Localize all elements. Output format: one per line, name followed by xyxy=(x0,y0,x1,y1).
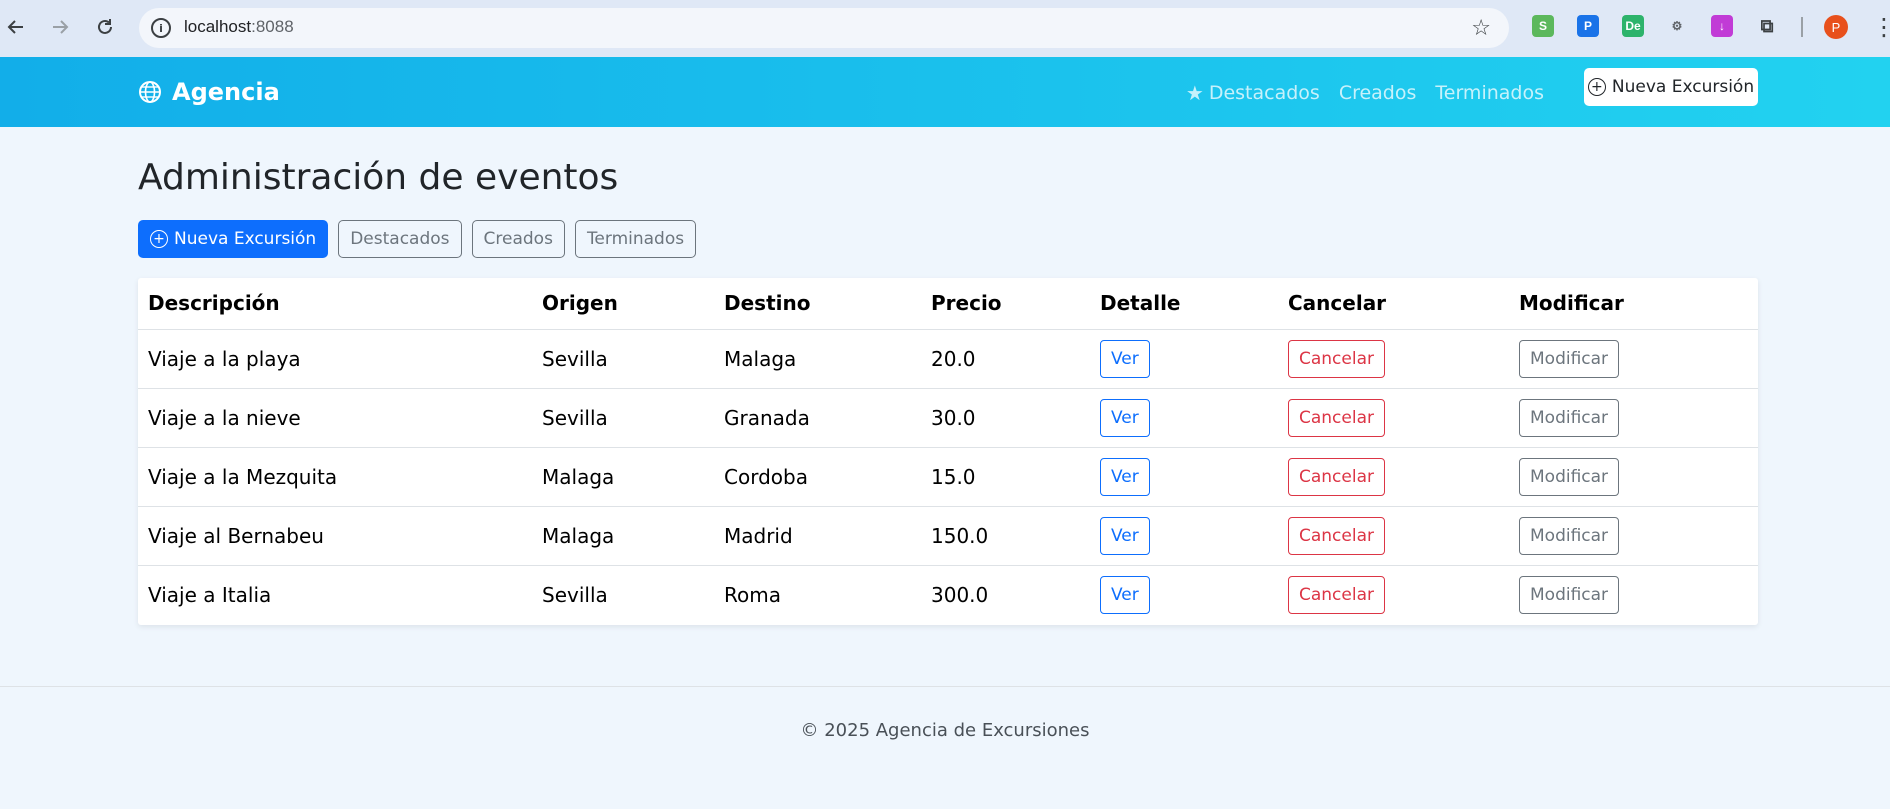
new-excursion-button[interactable]: + Nueva Excursión xyxy=(138,220,329,258)
cell-precio: 150.0 xyxy=(921,506,1090,566)
nav-link-destacados[interactable]: ★ Destacados xyxy=(1186,81,1320,105)
cancelar-button[interactable]: Cancelar xyxy=(1288,339,1385,378)
cell-precio: 300.0 xyxy=(931,582,989,607)
url-text[interactable]: localhost:8088 xyxy=(184,17,294,37)
ver-button[interactable]: Ver xyxy=(1100,457,1150,496)
nav-link-creados[interactable]: Creados xyxy=(1339,81,1417,105)
site-info-icon[interactable]: i xyxy=(151,18,171,38)
table-row: Viaje a la playa Sevilla Malaga 20.0 Ver… xyxy=(138,329,1758,389)
star-icon: ★ xyxy=(1185,81,1204,105)
browser-toolbar: i localhost:8088 ☆ S P De ⚙ ↓ ⧉ P ⋮ xyxy=(0,0,1890,57)
ext-robot-icon[interactable]: ⚙ xyxy=(1666,15,1688,37)
events-table-card: Descripción Origen Destino Precio Detall… xyxy=(138,278,1758,625)
header-precio: Precio xyxy=(921,278,1090,330)
bookmark-star-icon[interactable]: ☆ xyxy=(1471,16,1491,41)
forward-arrow-icon[interactable] xyxy=(46,13,74,41)
header-origen: Origen xyxy=(532,278,714,330)
header-modificar: Modificar xyxy=(1509,278,1758,330)
filter-terminados-button[interactable]: Terminados xyxy=(574,220,697,258)
footer-divider xyxy=(0,686,1890,687)
cell-origen: Malaga xyxy=(532,506,714,566)
browser-menu-icon[interactable]: ⋮ xyxy=(1872,13,1890,41)
extensions-puzzle-icon[interactable]: ⧉ xyxy=(1756,15,1778,37)
cell-precio: 30.0 xyxy=(921,388,1090,448)
back-arrow-icon[interactable] xyxy=(2,13,30,41)
brand-text: Agencia xyxy=(172,78,280,106)
cell-descripcion: Viaje a la nieve xyxy=(138,388,532,448)
header-detalle: Detalle xyxy=(1090,278,1278,330)
footer-copyright: © 2025 Agencia de Excursiones xyxy=(800,720,1090,741)
cancelar-button[interactable]: Cancelar xyxy=(1288,575,1385,614)
cell-destino: Roma xyxy=(724,582,781,607)
table-row: Viaje al Bernabeu Malaga Madrid 150.0 Ve… xyxy=(138,506,1758,566)
globe-icon xyxy=(139,81,161,103)
cell-descripcion: Viaje al Bernabeu xyxy=(138,506,532,566)
toolbar-divider xyxy=(1801,17,1803,37)
plus-circle-icon: + xyxy=(150,230,168,248)
cell-origen: Sevilla xyxy=(532,329,714,389)
cell-origen: Malaga xyxy=(532,447,714,507)
events-table: Descripción Origen Destino Precio Detall… xyxy=(138,278,1758,624)
nav-link-terminados[interactable]: Terminados xyxy=(1435,81,1544,105)
brand-link[interactable]: Agencia xyxy=(138,78,280,106)
cell-precio: 20.0 xyxy=(921,329,1090,389)
cancelar-button[interactable]: Cancelar xyxy=(1288,457,1385,496)
table-row: Viaje a la Mezquita Malaga Cordoba 15.0 … xyxy=(138,447,1758,507)
header-descripcion: Descripción xyxy=(138,278,532,330)
cell-descripcion: Viaje a Italia xyxy=(148,582,272,607)
plus-circle-icon: + xyxy=(1587,78,1606,96)
ver-button[interactable]: Ver xyxy=(1100,516,1150,555)
filter-creados-button[interactable]: Creados xyxy=(471,220,565,258)
modificar-button[interactable]: Modificar xyxy=(1519,398,1620,437)
table-row: Viaje a la nieve Sevilla Granada 30.0 Ve… xyxy=(138,388,1758,448)
ext-p-icon[interactable]: P xyxy=(1577,15,1599,37)
filter-toolbar: + Nueva Excursión Destacados Creados Ter… xyxy=(138,220,697,258)
modificar-button[interactable]: Modificar xyxy=(1519,457,1620,496)
table-header-row: Descripción Origen Destino Precio Detall… xyxy=(138,278,1758,330)
cell-origen: Sevilla xyxy=(532,388,714,448)
header-destino: Destino xyxy=(714,278,921,330)
cell-precio: 15.0 xyxy=(921,447,1090,507)
ver-button[interactable]: Ver xyxy=(1100,339,1150,378)
modificar-button[interactable]: Modificar xyxy=(1519,516,1620,555)
app-navbar: Agencia ★ Destacados Creados Terminados … xyxy=(0,57,1890,127)
modificar-button[interactable]: Modificar xyxy=(1519,339,1620,378)
ext-download-icon[interactable]: ↓ xyxy=(1711,15,1733,37)
cell-destino: Madrid xyxy=(714,506,921,566)
nav-links: ★ Destacados Creados Terminados xyxy=(1186,81,1544,105)
address-bar[interactable]: i localhost:8088 ☆ xyxy=(139,8,1509,48)
reload-icon[interactable] xyxy=(91,13,119,41)
cancelar-button[interactable]: Cancelar xyxy=(1288,516,1385,555)
ext-de-icon[interactable]: De xyxy=(1622,15,1644,37)
modificar-button[interactable]: Modificar xyxy=(1519,575,1620,614)
header-cancelar: Cancelar xyxy=(1278,278,1509,330)
ver-button[interactable]: Ver xyxy=(1100,398,1150,437)
ext-s-icon[interactable]: S xyxy=(1532,15,1554,37)
cell-destino: Malaga xyxy=(714,329,921,389)
navbar-new-excursion-button[interactable]: + Nueva Excursión xyxy=(1584,68,1758,106)
cell-origen: Sevilla xyxy=(542,582,608,607)
ver-button[interactable]: Ver xyxy=(1100,575,1150,614)
cell-descripcion: Viaje a la playa xyxy=(138,329,532,389)
filter-destacados-button[interactable]: Destacados xyxy=(338,220,462,258)
table-row: Viaje a Italia Sevilla Roma 300.0 Ver Ca… xyxy=(138,565,1758,624)
cell-destino: Granada xyxy=(714,388,921,448)
cell-descripcion: Viaje a la Mezquita xyxy=(138,447,532,507)
page-title: Administración de eventos xyxy=(138,157,619,198)
cell-destino: Cordoba xyxy=(714,447,921,507)
profile-avatar[interactable]: P xyxy=(1824,15,1848,39)
cancelar-button[interactable]: Cancelar xyxy=(1288,398,1385,437)
